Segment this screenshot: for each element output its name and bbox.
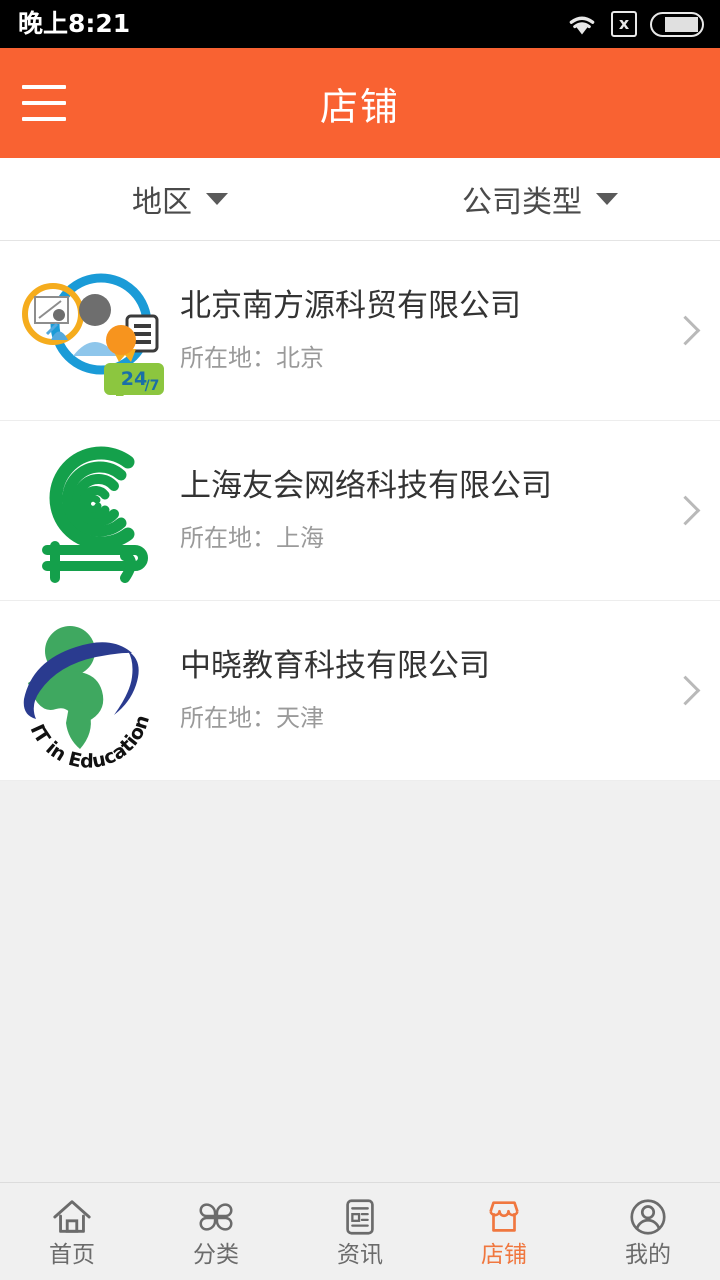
chevron-right-icon bbox=[670, 675, 700, 706]
table-row[interactable]: 上海友会网络科技有限公司 所在地：上海 bbox=[0, 421, 720, 601]
row-chevron[interactable] bbox=[650, 315, 720, 346]
shop-info: 中晓教育科技有限公司 所在地：天津 bbox=[180, 648, 650, 733]
news-document-icon bbox=[346, 1199, 374, 1235]
filter-bar: 地区 公司类型 bbox=[0, 158, 720, 241]
row-chevron[interactable] bbox=[650, 495, 720, 526]
shop-info: 上海友会网络科技有限公司 所在地：上海 bbox=[180, 468, 650, 553]
status-time: 晚上8:21 bbox=[18, 9, 131, 38]
home-icon bbox=[53, 1200, 91, 1233]
bottom-navigation-bar: 首页 分类 资讯 店铺 我的 bbox=[0, 1182, 720, 1280]
hamburger-menu-icon[interactable] bbox=[22, 85, 68, 121]
phone-screen: 晚上8:21 x 店铺 地区 公司类型 24 /7 北京南方源科贸有限公司 所在… bbox=[0, 0, 720, 1280]
it-in-education-logo: IT in Education bbox=[23, 626, 154, 768]
row-chevron[interactable] bbox=[650, 675, 720, 706]
empty-content-area bbox=[0, 781, 720, 1182]
shop-name: 北京南方源科贸有限公司 bbox=[180, 288, 521, 325]
training-people-24-7-logo: 24 /7 bbox=[21, 273, 164, 396]
battery-fill bbox=[665, 16, 698, 32]
nav-item-shop[interactable]: 店铺 bbox=[432, 1183, 576, 1280]
svg-text:24: 24 bbox=[120, 368, 146, 390]
svg-text:/7: /7 bbox=[144, 378, 159, 394]
filter-company-type[interactable]: 公司类型 bbox=[360, 177, 720, 221]
nav-item-categories[interactable]: 分类 bbox=[144, 1183, 288, 1280]
shop-icon bbox=[489, 1201, 519, 1232]
page-title: 店铺 bbox=[319, 84, 400, 129]
shop-logo: 24 /7 bbox=[0, 241, 180, 421]
chevron-right-icon bbox=[670, 495, 700, 526]
battery-icon bbox=[650, 11, 704, 37]
shop-name: 上海友会网络科技有限公司 bbox=[180, 468, 552, 505]
nav-label-home: 首页 bbox=[49, 1242, 95, 1268]
nav-label-news: 资讯 bbox=[337, 1242, 383, 1268]
nav-item-profile[interactable]: 我的 bbox=[576, 1183, 720, 1280]
nav-label-profile: 我的 bbox=[625, 1242, 671, 1268]
shop-location: 所在地：北京 bbox=[180, 344, 324, 373]
hamburger-bar bbox=[22, 117, 66, 121]
nav-item-home[interactable]: 首页 bbox=[0, 1183, 144, 1280]
user-profile-icon bbox=[630, 1199, 666, 1235]
filter-region[interactable]: 地区 bbox=[0, 177, 360, 221]
shop-location: 所在地：天津 bbox=[180, 704, 324, 733]
sim-no-service-icon: x bbox=[611, 11, 637, 37]
shop-list: 24 /7 北京南方源科贸有限公司 所在地：北京 上海友会网络科技有限公司 所在… bbox=[0, 241, 720, 781]
table-row[interactable]: IT in Education 中晓教育科技有限公司 所在地：天津 bbox=[0, 601, 720, 781]
status-icons: x bbox=[566, 11, 704, 37]
filter-region-label: 地区 bbox=[132, 185, 192, 220]
nav-label-shop: 店铺 bbox=[481, 1242, 527, 1268]
filter-company-type-label: 公司类型 bbox=[462, 185, 582, 220]
shop-info: 北京南方源科贸有限公司 所在地：北京 bbox=[180, 288, 650, 373]
clover-grid-icon bbox=[199, 1203, 233, 1231]
shop-logo: IT in Education bbox=[0, 601, 180, 781]
wifi-icon bbox=[569, 16, 595, 35]
hamburger-bar bbox=[22, 85, 66, 89]
table-row[interactable]: 24 /7 北京南方源科贸有限公司 所在地：北京 bbox=[0, 241, 720, 421]
hamburger-bar bbox=[22, 101, 66, 105]
nav-item-news[interactable]: 资讯 bbox=[288, 1183, 432, 1280]
shop-logo bbox=[0, 421, 180, 601]
chevron-down-icon bbox=[596, 193, 618, 205]
chevron-right-icon bbox=[670, 315, 700, 346]
nav-label-categories: 分类 bbox=[193, 1242, 239, 1268]
green-spiral-scroll-logo bbox=[42, 446, 148, 583]
app-header: 店铺 bbox=[0, 48, 720, 158]
shop-name: 中晓教育科技有限公司 bbox=[180, 648, 490, 685]
shop-location: 所在地：上海 bbox=[180, 524, 324, 553]
chevron-down-icon bbox=[206, 193, 228, 205]
status-bar: 晚上8:21 x bbox=[0, 0, 720, 48]
